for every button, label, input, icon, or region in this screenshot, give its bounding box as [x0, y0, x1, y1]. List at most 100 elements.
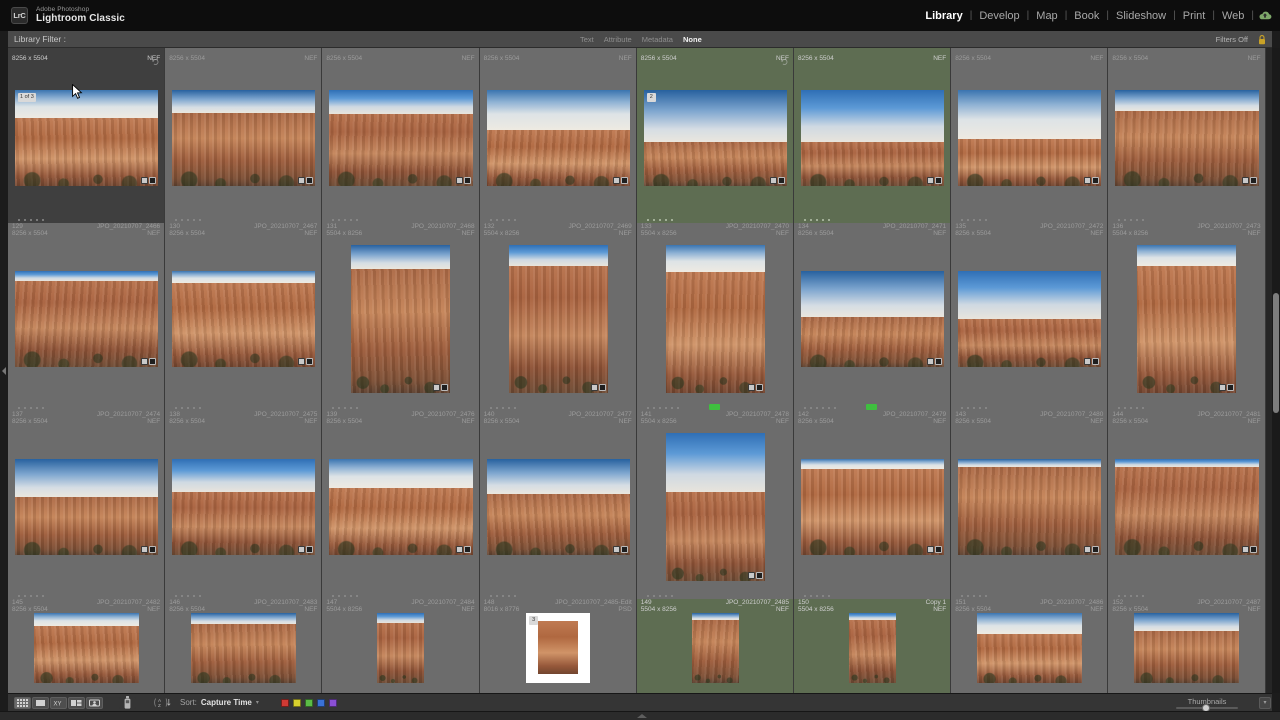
thumbnail-image[interactable]: [1115, 89, 1259, 186]
rating-dots[interactable]: [175, 219, 202, 221]
thumbnail-wrapper[interactable]: [1115, 459, 1259, 555]
thumbnail-wrapper[interactable]: [1134, 613, 1240, 683]
develop-badge-icon[interactable]: [1092, 546, 1100, 553]
grid-cell[interactable]: 143 JPO_20210707_2480 8256 x 5504 NEF: [951, 411, 1109, 599]
rating-dot[interactable]: [961, 595, 964, 597]
thumbnail-wrapper[interactable]: [665, 433, 765, 581]
rating-dots[interactable]: [18, 407, 45, 409]
thumbnail-image[interactable]: [849, 613, 897, 683]
thumbnail-badges[interactable]: [590, 384, 606, 391]
develop-badge-icon[interactable]: [598, 384, 606, 391]
crop-badge-icon[interactable]: [927, 176, 935, 184]
rating-dot[interactable]: [1124, 407, 1127, 409]
rating-dot[interactable]: [356, 407, 359, 409]
survey-view-button[interactable]: [68, 696, 85, 709]
toolbar-options-button[interactable]: ▾: [1259, 696, 1271, 709]
crop-badge-icon[interactable]: [433, 384, 441, 391]
sort-direction-button[interactable]: A Z: [154, 697, 172, 708]
develop-badge-icon[interactable]: [441, 384, 449, 391]
rating-dot[interactable]: [507, 407, 510, 409]
lock-icon[interactable]: [1258, 35, 1266, 45]
rating-dot[interactable]: [652, 407, 655, 409]
thumbnail-badges[interactable]: [1241, 176, 1257, 184]
rating-dot[interactable]: [1118, 595, 1121, 597]
rating-dot[interactable]: [489, 407, 492, 409]
grid-cell[interactable]: 147 JPO_20210707_2484 5504 x 8256 NEF: [322, 599, 480, 693]
thumbnail-wrapper[interactable]: [329, 89, 473, 186]
rating-dot[interactable]: [1142, 407, 1145, 409]
thumbnail-wrapper[interactable]: [377, 613, 425, 683]
rating-dots[interactable]: [646, 219, 673, 221]
rating-dot[interactable]: [985, 595, 988, 597]
crop-badge-icon[interactable]: [1241, 546, 1249, 553]
stack-count-badge[interactable]: 2: [646, 92, 656, 102]
thumbnail-wrapper[interactable]: [849, 613, 897, 683]
thumbnail-image[interactable]: [1137, 245, 1237, 393]
grid-cell[interactable]: 146 JPO_20210707_2483 8256 x 5504 NEF: [165, 599, 323, 693]
rating-dot[interactable]: [810, 407, 813, 409]
rating-dot[interactable]: [193, 407, 196, 409]
grid-cell[interactable]: 131 JPO_20210707_2468 5504 x 8256 NEF: [322, 223, 480, 411]
sort-caret-icon[interactable]: ▾: [256, 699, 259, 706]
thumbnail-image[interactable]: [486, 89, 630, 186]
thumbnail-wrapper[interactable]: [172, 89, 316, 186]
develop-badge-icon[interactable]: [306, 358, 314, 365]
rating-dot[interactable]: [652, 219, 655, 221]
rating-dot[interactable]: [1130, 219, 1133, 221]
grid-cell[interactable]: 8256 x 5504 NEF: [794, 48, 952, 223]
crop-badge-icon[interactable]: [298, 546, 306, 553]
rating-dot[interactable]: [670, 595, 673, 597]
thumbnail-wrapper[interactable]: [1137, 245, 1237, 393]
rating-dot[interactable]: [175, 407, 178, 409]
rating-dot[interactable]: [810, 219, 813, 221]
thumbnail-image[interactable]: [34, 613, 140, 683]
rating-dot[interactable]: [36, 595, 39, 597]
crop-badge-icon[interactable]: [747, 384, 755, 391]
rating-dot[interactable]: [187, 219, 190, 221]
rating-dot[interactable]: [513, 595, 516, 597]
rating-dots[interactable]: [18, 219, 45, 221]
filter-tab-none[interactable]: None: [683, 35, 702, 44]
thumbnail-wrapper[interactable]: [801, 271, 945, 367]
rating-dot[interactable]: [658, 219, 661, 221]
thumbnail-image[interactable]: [191, 613, 297, 683]
develop-badge-icon[interactable]: [1249, 546, 1257, 553]
rating-dot[interactable]: [193, 219, 196, 221]
rating-dot[interactable]: [501, 595, 504, 597]
spray-can-button[interactable]: [119, 696, 136, 709]
color-label-purple[interactable]: [328, 698, 337, 707]
module-develop[interactable]: Develop: [972, 10, 1026, 22]
crop-badge-icon[interactable]: [927, 358, 935, 365]
rating-dot[interactable]: [199, 407, 202, 409]
thumbnail-badges[interactable]: [1219, 384, 1235, 391]
grid-cell[interactable]: 151 JPO_20210707_2486 8256 x 5504 NEF: [951, 599, 1109, 693]
thumbnail-badges[interactable]: [433, 384, 449, 391]
thumbnail-badges[interactable]: [298, 546, 314, 553]
rating-dot[interactable]: [973, 407, 976, 409]
crop-badge-icon[interactable]: [455, 176, 463, 184]
rating-dot[interactable]: [42, 219, 45, 221]
rating-dot[interactable]: [338, 219, 341, 221]
thumbnail-image[interactable]: [801, 271, 945, 367]
filmstrip-panel[interactable]: [0, 711, 1280, 720]
rating-dot[interactable]: [495, 219, 498, 221]
rating-dots[interactable]: [961, 595, 988, 597]
rating-dot[interactable]: [961, 219, 964, 221]
rating-dot[interactable]: [495, 407, 498, 409]
rating-dot[interactable]: [1124, 219, 1127, 221]
loupe-view-button[interactable]: [32, 696, 49, 709]
rating-dot[interactable]: [828, 595, 831, 597]
rating-dot[interactable]: [18, 407, 21, 409]
color-label-chip[interactable]: [866, 404, 878, 410]
rating-dot[interactable]: [664, 595, 667, 597]
rating-dot[interactable]: [822, 595, 825, 597]
thumbnail-image[interactable]: [15, 89, 159, 186]
thumbnail-wrapper[interactable]: [958, 89, 1102, 186]
grid-scrollbar-thumb[interactable]: [1273, 293, 1279, 413]
develop-badge-icon[interactable]: [935, 176, 943, 184]
rating-dot[interactable]: [1136, 595, 1139, 597]
thumbnail-badges[interactable]: [747, 572, 763, 579]
rating-dot[interactable]: [1124, 595, 1127, 597]
develop-badge-icon[interactable]: [149, 358, 157, 365]
rating-dot[interactable]: [199, 595, 202, 597]
